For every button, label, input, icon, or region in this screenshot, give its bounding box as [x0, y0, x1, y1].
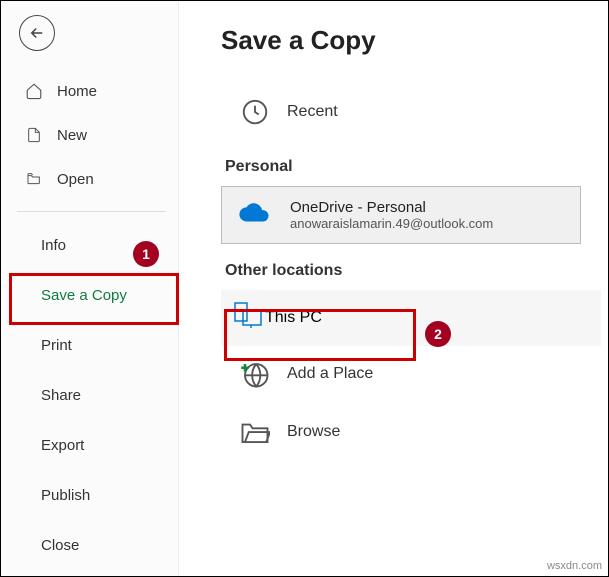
main-panel: Save a Copy Recent Personal OneDrive - P… — [179, 1, 608, 576]
sub-label: Info — [41, 237, 66, 254]
sub-label: Publish — [41, 487, 90, 504]
folder-icon — [233, 419, 277, 445]
nav-label: New — [57, 127, 87, 144]
sub-share[interactable]: Share — [17, 370, 166, 420]
sub-label: Save a Copy — [41, 287, 127, 304]
location-recent[interactable]: Recent — [221, 84, 608, 140]
nav-label: Open — [57, 171, 94, 188]
location-label: Add a Place — [287, 365, 373, 383]
arrow-left-icon — [28, 24, 46, 42]
location-label: This PC — [265, 309, 322, 327]
onedrive-title: OneDrive - Personal — [290, 199, 493, 216]
nav-open[interactable]: Open — [1, 157, 178, 201]
pc-icon — [233, 301, 265, 336]
nav-new[interactable]: New — [1, 113, 178, 157]
globe-plus-icon — [233, 359, 277, 389]
page-title: Save a Copy — [221, 25, 608, 56]
nav-home[interactable]: Home — [1, 69, 178, 113]
annotation-badge-1: 1 — [133, 241, 159, 267]
sub-publish[interactable]: Publish — [17, 470, 166, 520]
sub-close[interactable]: Close — [17, 520, 166, 570]
location-add-place[interactable]: Add a Place — [221, 346, 608, 402]
sub-label: Export — [41, 437, 84, 454]
watermark: wsxdn.com — [547, 560, 602, 572]
location-label: Recent — [287, 103, 338, 121]
back-button[interactable] — [19, 15, 55, 51]
folder-open-icon — [23, 171, 45, 187]
home-icon — [23, 82, 45, 100]
location-this-pc[interactable]: This PC — [221, 290, 601, 346]
sub-label: Share — [41, 387, 81, 404]
onedrive-email: anowaraislamarin.49@outlook.com — [290, 216, 493, 231]
sub-export[interactable]: Export — [17, 420, 166, 470]
clock-icon — [233, 97, 277, 127]
annotation-badge-2: 2 — [425, 321, 451, 347]
sidebar: Home New Open Info Save a Copy Print Sha… — [1, 1, 179, 576]
sub-label: Close — [41, 537, 79, 554]
section-personal: Personal — [225, 158, 608, 176]
nav-label: Home — [57, 83, 97, 100]
section-other: Other locations — [225, 262, 608, 280]
location-label: Browse — [287, 423, 340, 441]
location-browse[interactable]: Browse — [221, 404, 608, 460]
sub-print[interactable]: Print — [17, 320, 166, 370]
cloud-icon — [238, 201, 276, 230]
sub-save-a-copy[interactable]: Save a Copy — [17, 270, 166, 320]
document-icon — [23, 126, 45, 144]
sub-label: Print — [41, 337, 72, 354]
location-onedrive[interactable]: OneDrive - Personal anowaraislamarin.49@… — [221, 186, 581, 244]
